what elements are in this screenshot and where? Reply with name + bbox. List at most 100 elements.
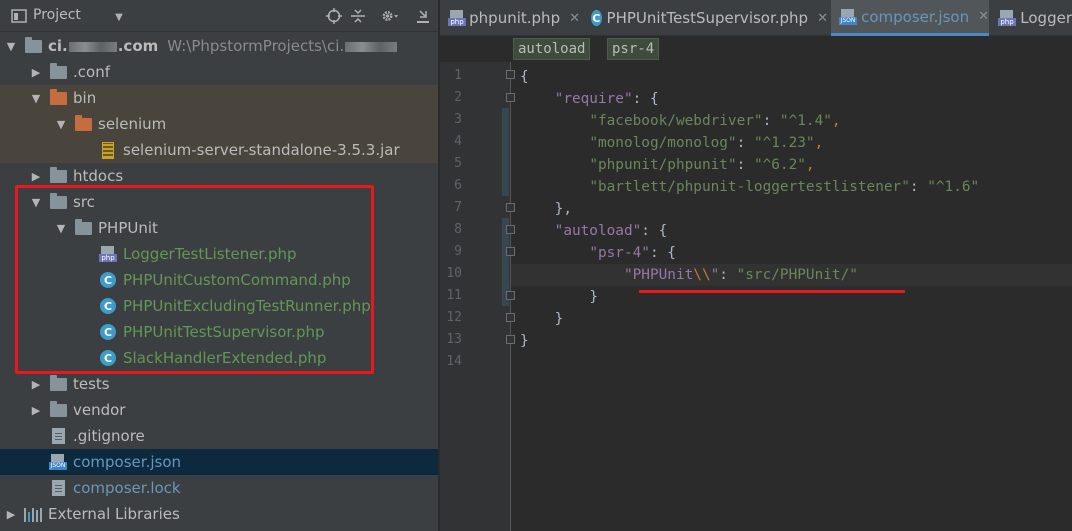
fold-marker-icon[interactable] — [506, 247, 515, 256]
settings-gear-icon[interactable] — [381, 7, 399, 25]
tree-item-composer-lock[interactable]: composer.lock — [0, 475, 438, 501]
code-line-6[interactable]: "bartlett/phpunit-loggertestlistener": "… — [520, 176, 979, 198]
php-file-icon: php — [448, 10, 466, 26]
close-icon[interactable]: ✕ — [817, 11, 828, 26]
tree-item-tests[interactable]: ▶ tests — [0, 371, 438, 397]
expand-arrow-icon[interactable]: ▶ — [29, 378, 43, 391]
tree-item-phpunitexcludingtestrunner[interactable]: C PHPUnitExcludingTestRunner.php — [0, 293, 438, 319]
code-line-3[interactable]: "facebook/webdriver": "^1.4", — [520, 110, 841, 132]
tree-item-gitignore[interactable]: .gitignore — [0, 423, 438, 449]
json-key: "autoload" — [554, 223, 642, 239]
tree-item-composer-json[interactable]: JSON composer.json — [0, 449, 438, 475]
code-token: , — [831, 113, 841, 129]
close-icon[interactable]: ✕ — [978, 9, 989, 24]
tree-item-src[interactable]: ▼ src — [0, 189, 438, 215]
json-key: "require" — [554, 91, 633, 107]
collapse-arrow-icon[interactable]: ▼ — [54, 222, 68, 235]
project-view-icon[interactable] — [10, 7, 28, 25]
tree-item-external-libraries[interactable]: ▶ External Libraries — [0, 501, 438, 527]
code-line-1[interactable]: { — [520, 66, 529, 88]
line-number: 9 — [454, 244, 462, 259]
breadcrumb-item-psr-4[interactable]: psr-4 — [607, 38, 660, 60]
fold-marker-icon[interactable] — [506, 335, 515, 344]
line-number: 12 — [446, 310, 462, 325]
collapse-all-icon[interactable] — [349, 7, 367, 25]
json-string: "^1.4" — [779, 113, 832, 129]
code-token: : { — [641, 223, 668, 239]
collapse-arrow-icon[interactable]: ▼ — [29, 196, 43, 209]
fold-marker-icon[interactable] — [506, 93, 515, 102]
redacted-text — [68, 41, 117, 52]
vcs-change-marker[interactable] — [502, 108, 509, 196]
tree-item-conf[interactable]: ▶ .conf — [0, 59, 438, 85]
tree-item-label: vendor — [73, 401, 126, 419]
expand-arrow-icon[interactable]: ▶ — [4, 508, 18, 521]
breadcrumb: autoload psr-4 — [440, 36, 1072, 62]
code-line-11[interactable]: } — [520, 286, 598, 308]
code-token: , — [814, 135, 824, 151]
tab-label: Logger — [1020, 9, 1072, 27]
tree-item-label: htdocs — [73, 167, 124, 185]
folder-icon — [49, 192, 67, 210]
tab-phpunittestsupervisor-php[interactable]: C PHPUnitTestSupervisor.php ✕ — [583, 0, 828, 36]
tree-item-loggertestlistener[interactable]: php LoggerTestListener.php — [0, 241, 438, 267]
fold-marker-icon[interactable] — [506, 291, 515, 300]
escape-sequence: \\ — [693, 267, 711, 283]
code-line-9[interactable]: "psr-4": { — [520, 242, 676, 264]
code-line-12[interactable]: } — [520, 308, 564, 330]
collapse-arrow-icon[interactable]: ▼ — [29, 92, 43, 105]
code-line-2[interactable]: "require": { — [520, 88, 659, 110]
breadcrumb-item-autoload[interactable]: autoload — [513, 38, 591, 60]
expand-arrow-icon[interactable]: ▼ — [4, 40, 18, 53]
code-line-7[interactable]: }, — [520, 198, 572, 220]
line-number: 11 — [446, 288, 462, 303]
json-key: "psr-4" — [589, 245, 650, 261]
class-icon: C — [99, 272, 117, 288]
project-pane-header: Project ▼ — [0, 0, 438, 32]
tab-label: phpunit.php — [469, 9, 561, 27]
tab-phpunit-php[interactable]: php phpunit.php ✕ — [440, 0, 580, 36]
tree-item-label: bin — [73, 89, 97, 107]
close-icon[interactable]: ✕ — [569, 11, 580, 26]
excluded-folder-icon — [74, 114, 92, 132]
code-token: } — [520, 333, 529, 349]
code-token: }, — [554, 201, 572, 217]
hide-panel-icon[interactable] — [414, 7, 432, 25]
line-number: 13 — [446, 332, 462, 347]
json-string: "bartlett/phpunit-loggertestlistener" — [589, 179, 910, 195]
folder-icon — [49, 166, 67, 184]
code-line-13[interactable]: } — [520, 330, 529, 352]
expand-arrow-icon[interactable]: ▶ — [29, 404, 43, 417]
tree-item-selenium-jar[interactable]: selenium-server-standalone-3.5.3.jar — [0, 137, 438, 163]
tab-composer-json[interactable]: JSON composer.json ✕ — [831, 0, 989, 36]
fold-marker-icon[interactable] — [506, 70, 515, 79]
tree-item-selenium[interactable]: ▼ selenium — [0, 111, 438, 137]
fold-marker-icon[interactable] — [506, 203, 515, 212]
json-file-icon: JSON — [839, 8, 857, 25]
tree-item-slackhandlerextended[interactable]: C SlackHandlerExtended.php — [0, 345, 438, 371]
tree-item-label: PHPUnitExcludingTestRunner.php — [123, 297, 371, 315]
tree-item-bin[interactable]: ▼ bin — [0, 85, 438, 111]
code-line-4[interactable]: "monolog/monolog": "^1.23", — [520, 132, 823, 154]
tree-item-label: selenium-server-standalone-3.5.3.jar — [123, 141, 400, 159]
code-line-8[interactable]: "autoload": { — [520, 220, 668, 242]
expand-arrow-icon[interactable]: ▶ — [29, 170, 43, 183]
tree-item-vendor[interactable]: ▶ vendor — [0, 397, 438, 423]
project-pane-title[interactable]: Project — [33, 7, 81, 23]
tab-logger[interactable]: php Logger — [992, 0, 1072, 36]
annotation-underline — [639, 290, 905, 293]
locate-icon[interactable] — [325, 7, 343, 25]
code-line-10[interactable]: "PHPUnit\\": "src/PHPUnit/" — [511, 264, 1072, 286]
expand-arrow-icon[interactable]: ▶ — [29, 66, 43, 79]
code-line-5[interactable]: "phpunit/phpunit": "^6.2", — [520, 154, 814, 176]
fold-marker-icon[interactable] — [506, 225, 515, 234]
tree-item-label: PHPUnit — [98, 219, 158, 237]
tree-item-htdocs[interactable]: ▶ htdocs — [0, 163, 438, 189]
tree-item-phpunitcustomcommand[interactable]: C PHPUnitCustomCommand.php — [0, 267, 438, 293]
tree-item-phpunit-folder[interactable]: ▼ PHPUnit — [0, 215, 438, 241]
fold-marker-icon[interactable] — [506, 313, 515, 322]
collapse-arrow-icon[interactable]: ▼ — [54, 118, 68, 131]
tree-item-project-root[interactable]: ▼ ci. .com W:\PhpstormProjects\ci. — [0, 33, 438, 59]
tree-item-phpunittestsupervisor[interactable]: C PHPUnitTestSupervisor.php — [0, 319, 438, 345]
chevron-down-icon[interactable]: ▼ — [110, 8, 128, 26]
